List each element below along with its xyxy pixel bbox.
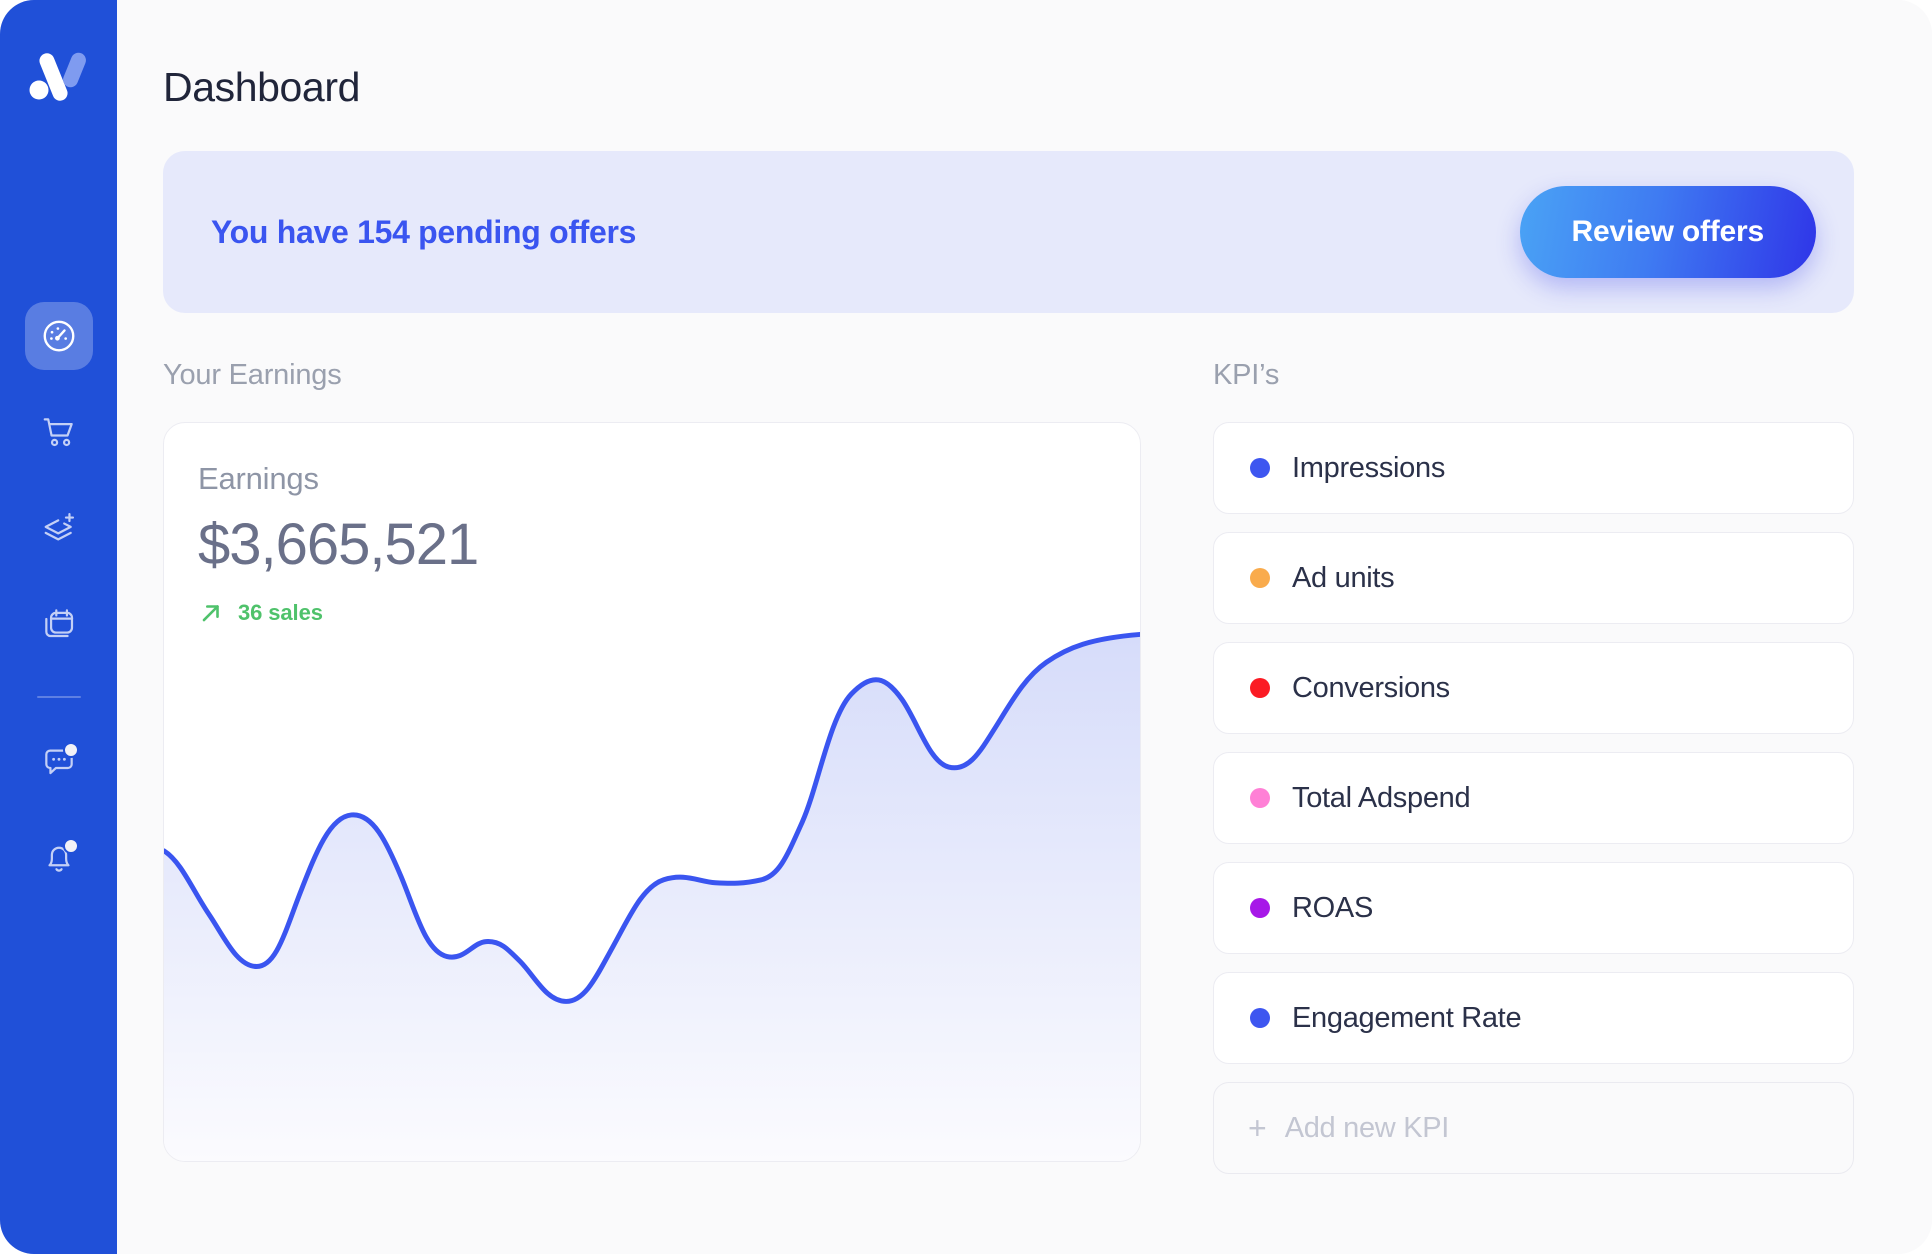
sidebar-item-dashboard[interactable] xyxy=(24,302,93,370)
messages-badge xyxy=(62,742,79,758)
kpi-color-dot xyxy=(1250,898,1270,918)
calendar-icon xyxy=(44,609,73,638)
sidebar-item-calendar[interactable] xyxy=(25,590,93,658)
plus-icon: + xyxy=(1248,1110,1267,1146)
kpi-color-dot xyxy=(1250,678,1270,698)
earnings-section-label: Your Earnings xyxy=(163,359,342,391)
sidebar-nav xyxy=(0,302,117,920)
layers-plus-icon xyxy=(44,512,74,541)
list-item[interactable]: Conversions xyxy=(1213,642,1854,734)
main-content: Dashboard You have 154 pending offers Re… xyxy=(117,0,1932,1254)
earnings-column: Your Earnings Earnings $3,665,521 36 sal… xyxy=(163,359,1141,1174)
sidebar-item-notifications[interactable] xyxy=(25,824,93,892)
sidebar-divider xyxy=(36,696,81,698)
notifications-badge xyxy=(62,838,79,854)
kpi-label: Total Adspend xyxy=(1292,781,1471,814)
dashboard-columns: Your Earnings Earnings $3,665,521 36 sal… xyxy=(163,359,1854,1174)
kpi-section-label: KPI’s xyxy=(1213,359,1280,391)
earnings-value: $3,665,521 xyxy=(198,512,479,577)
sidebar xyxy=(0,0,117,1254)
add-new-kpi-button[interactable]: + Add new KPI xyxy=(1213,1082,1854,1174)
speedometer-icon xyxy=(43,320,74,352)
kpi-label: Ad units xyxy=(1292,561,1395,594)
kpi-label: ROAS xyxy=(1292,891,1373,924)
list-item[interactable]: Impressions xyxy=(1213,422,1854,514)
nexus-logo-icon[interactable] xyxy=(26,46,92,106)
kpi-color-dot xyxy=(1250,458,1270,478)
earnings-summary: Earnings $3,665,521 36 sales xyxy=(164,423,1140,626)
list-item[interactable]: Total Adspend xyxy=(1213,752,1854,844)
sidebar-item-layers[interactable] xyxy=(25,494,93,562)
arrow-up-right-icon xyxy=(202,605,219,622)
kpi-label: Engagement Rate xyxy=(1292,1001,1522,1034)
review-offers-button[interactable]: Review offers xyxy=(1519,186,1816,278)
kpi-color-dot xyxy=(1250,1008,1270,1028)
kpi-label: Impressions xyxy=(1292,451,1446,484)
sidebar-item-shop[interactable] xyxy=(25,398,93,466)
earnings-card: Earnings $3,665,521 36 sales xyxy=(163,422,1141,1162)
list-item[interactable]: Ad units xyxy=(1213,532,1854,624)
page-title: Dashboard xyxy=(163,64,360,110)
banner-message: You have 154 pending offers xyxy=(211,213,637,250)
kpi-column: KPI’s Impressions Ad units Conversions T… xyxy=(1213,359,1854,1174)
shopping-cart-icon xyxy=(43,418,73,447)
earnings-delta: 36 sales xyxy=(198,600,1140,626)
list-item[interactable]: ROAS xyxy=(1213,862,1854,954)
kpi-list: Impressions Ad units Conversions Total A… xyxy=(1213,422,1854,1174)
app-window: Dashboard You have 154 pending offers Re… xyxy=(0,0,1932,1254)
pending-offers-banner: You have 154 pending offers Review offer… xyxy=(163,151,1854,313)
kpi-color-dot xyxy=(1250,568,1270,588)
kpi-color-dot xyxy=(1250,788,1270,808)
earnings-delta-text: 36 sales xyxy=(238,600,323,625)
add-new-kpi-label: Add new KPI xyxy=(1284,1111,1450,1144)
kpi-label: Conversions xyxy=(1292,671,1450,704)
earnings-card-label: Earnings xyxy=(198,461,319,496)
list-item[interactable]: Engagement Rate xyxy=(1213,972,1854,1064)
sidebar-item-messages[interactable] xyxy=(25,728,93,796)
